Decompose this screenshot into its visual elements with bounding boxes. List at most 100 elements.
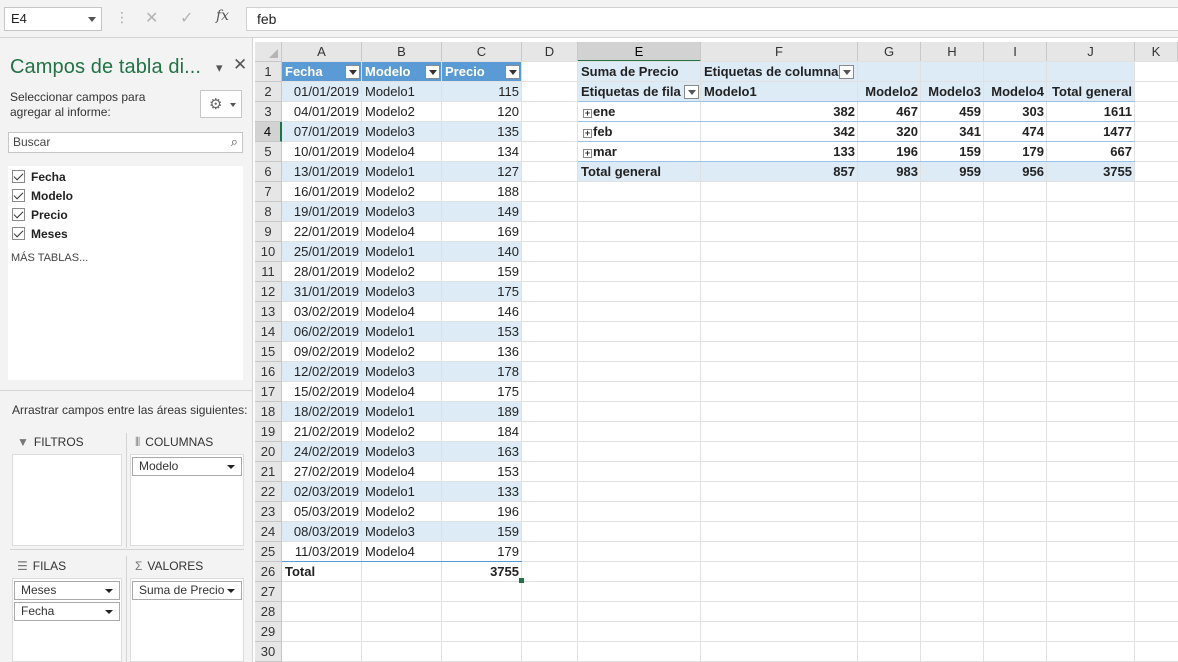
table-cell-precio[interactable]: 127	[442, 162, 522, 182]
table-cell-precio[interactable]: 115	[442, 82, 522, 102]
tools-button[interactable]: ⚙	[200, 90, 242, 118]
row-header-25[interactable]: 25	[255, 542, 282, 562]
pivot-grand-total-cell[interactable]: 3755	[1047, 162, 1135, 182]
table-cell-precio[interactable]: 153	[442, 462, 522, 482]
filter-dropdown-icon[interactable]	[425, 65, 440, 79]
expand-icon[interactable]: +	[583, 129, 592, 138]
row-header-24[interactable]: 24	[255, 522, 282, 542]
field-item-precio[interactable]: Precio	[12, 208, 68, 226]
table-cell-modelo[interactable]: Modelo3	[362, 522, 442, 542]
name-box[interactable]: E4	[4, 7, 102, 31]
chevron-down-icon[interactable]	[227, 589, 235, 593]
field-item-fecha[interactable]: Fecha	[12, 170, 66, 188]
table-cell-fecha[interactable]: 15/02/2019	[282, 382, 362, 402]
column-filter-dropdown-icon[interactable]	[839, 65, 854, 79]
checkbox-checked-icon[interactable]	[12, 227, 25, 240]
table-cell-fecha[interactable]: 10/01/2019	[282, 142, 362, 162]
checkbox-checked-icon[interactable]	[12, 208, 25, 221]
row-header-15[interactable]: 15	[255, 342, 282, 362]
column-header-c[interactable]: C	[442, 42, 522, 62]
pivot-value-cell[interactable]: 1477	[1047, 122, 1135, 142]
row-header-18[interactable]: 18	[255, 402, 282, 422]
table-resize-handle[interactable]	[519, 578, 524, 583]
chevron-down-icon[interactable]	[105, 589, 113, 593]
table-cell-modelo[interactable]: Modelo3	[362, 202, 442, 222]
pivot-value-cell[interactable]: 341	[921, 122, 984, 142]
table-cell-modelo[interactable]: Modelo4	[362, 142, 442, 162]
pivot-row-labels-caption[interactable]: Etiquetas de fila	[578, 82, 681, 102]
table-cell-fecha[interactable]: 05/03/2019	[282, 502, 362, 522]
expand-icon[interactable]: +	[583, 149, 592, 158]
table-cell-fecha[interactable]: 31/01/2019	[282, 282, 362, 302]
table-cell-fecha[interactable]: 07/01/2019	[282, 122, 362, 142]
column-header-g[interactable]: G	[858, 42, 921, 62]
table-cell-precio[interactable]: 149	[442, 202, 522, 222]
pivot-value-cell[interactable]: 342	[701, 122, 858, 142]
column-header-a[interactable]: A	[282, 42, 362, 62]
pivot-grand-total-cell[interactable]: 956	[984, 162, 1047, 182]
table-cell-modelo[interactable]: Modelo1	[362, 242, 442, 262]
pane-options-icon[interactable]: ▾	[216, 60, 223, 76]
row-header-13[interactable]: 13	[255, 302, 282, 322]
table-cell-modelo[interactable]: Modelo2	[362, 342, 442, 362]
pivot-value-cell[interactable]: 1611	[1047, 102, 1135, 122]
row-header-27[interactable]: 27	[255, 582, 282, 602]
row-header-30[interactable]: 30	[255, 642, 282, 662]
table-cell-modelo[interactable]: Modelo1	[362, 322, 442, 342]
row-header-6[interactable]: 6	[255, 162, 282, 182]
table-cell-modelo[interactable]: Modelo4	[362, 462, 442, 482]
table-cell-modelo[interactable]: Modelo1	[362, 162, 442, 182]
table-cell-modelo[interactable]: Modelo2	[362, 422, 442, 442]
name-box-dropdown-icon[interactable]	[88, 17, 96, 22]
table-cell-fecha[interactable]: 09/02/2019	[282, 342, 362, 362]
table-cell-fecha[interactable]: 11/03/2019	[282, 542, 362, 562]
table-cell-modelo[interactable]: Modelo3	[362, 362, 442, 382]
table-cell-precio[interactable]: 169	[442, 222, 522, 242]
row-header-28[interactable]: 28	[255, 602, 282, 622]
cancel-icon[interactable]: ✕	[145, 8, 158, 28]
pivot-value-cell[interactable]: 459	[921, 102, 984, 122]
table-cell-fecha[interactable]: 01/01/2019	[282, 82, 362, 102]
row-header-22[interactable]: 22	[255, 482, 282, 502]
rows-chip-fecha[interactable]: Fecha	[14, 602, 120, 621]
pivot-col-header-modelo4[interactable]: Modelo4	[984, 82, 1047, 102]
table-cell-precio[interactable]: 178	[442, 362, 522, 382]
table-cell-precio[interactable]: 196	[442, 502, 522, 522]
row-header-23[interactable]: 23	[255, 502, 282, 522]
table-cell-precio[interactable]: 134	[442, 142, 522, 162]
table-cell-fecha[interactable]: 18/02/2019	[282, 402, 362, 422]
filter-dropdown-icon[interactable]	[345, 65, 360, 79]
field-item-meses[interactable]: Meses	[12, 227, 68, 245]
table-cell-modelo[interactable]: Modelo2	[362, 182, 442, 202]
table-cell-modelo[interactable]: Modelo4	[362, 302, 442, 322]
spreadsheet-grid[interactable]: A B C D E F G H I J K 1 2 3 4 5 6 7 8 9 10 11 12 13 14 15 16 17 18 19…	[253, 38, 1178, 662]
column-header-j[interactable]: J	[1047, 42, 1135, 62]
row-header-16[interactable]: 16	[255, 362, 282, 382]
column-header-d[interactable]: D	[522, 42, 578, 62]
row-header-10[interactable]: 10	[255, 242, 282, 262]
table-cell-fecha[interactable]: 08/03/2019	[282, 522, 362, 542]
table-cell-precio[interactable]: 120	[442, 102, 522, 122]
pivot-value-cell[interactable]: 196	[858, 142, 921, 162]
table-cell-precio[interactable]: 135	[442, 122, 522, 142]
rows-chip-meses[interactable]: Meses	[14, 581, 120, 600]
pivot-grand-total-label[interactable]: Total general	[578, 162, 701, 182]
pivot-grand-total-cell[interactable]: 857	[701, 162, 858, 182]
insert-function-icon[interactable]: fx	[216, 8, 229, 24]
table-cell-precio[interactable]: 179	[442, 542, 522, 562]
table-cell-fecha[interactable]: 02/03/2019	[282, 482, 362, 502]
filter-dropdown-icon[interactable]	[505, 65, 520, 79]
checkbox-checked-icon[interactable]	[12, 170, 25, 183]
columns-chip-modelo[interactable]: Modelo	[132, 457, 242, 476]
table-cell-precio[interactable]: 189	[442, 402, 522, 422]
close-icon[interactable]: ✕	[233, 55, 247, 75]
table-cell-fecha[interactable]: 16/01/2019	[282, 182, 362, 202]
table-cell-fecha[interactable]: 28/01/2019	[282, 262, 362, 282]
table-cell-fecha[interactable]: 22/01/2019	[282, 222, 362, 242]
chevron-down-icon[interactable]	[105, 610, 113, 614]
pivot-col-header-total-general[interactable]: Total general	[1047, 82, 1135, 102]
row-header-11[interactable]: 11	[255, 262, 282, 282]
column-header-b[interactable]: B	[362, 42, 442, 62]
table-cell-modelo[interactable]: Modelo1	[362, 82, 442, 102]
row-header-29[interactable]: 29	[255, 622, 282, 642]
